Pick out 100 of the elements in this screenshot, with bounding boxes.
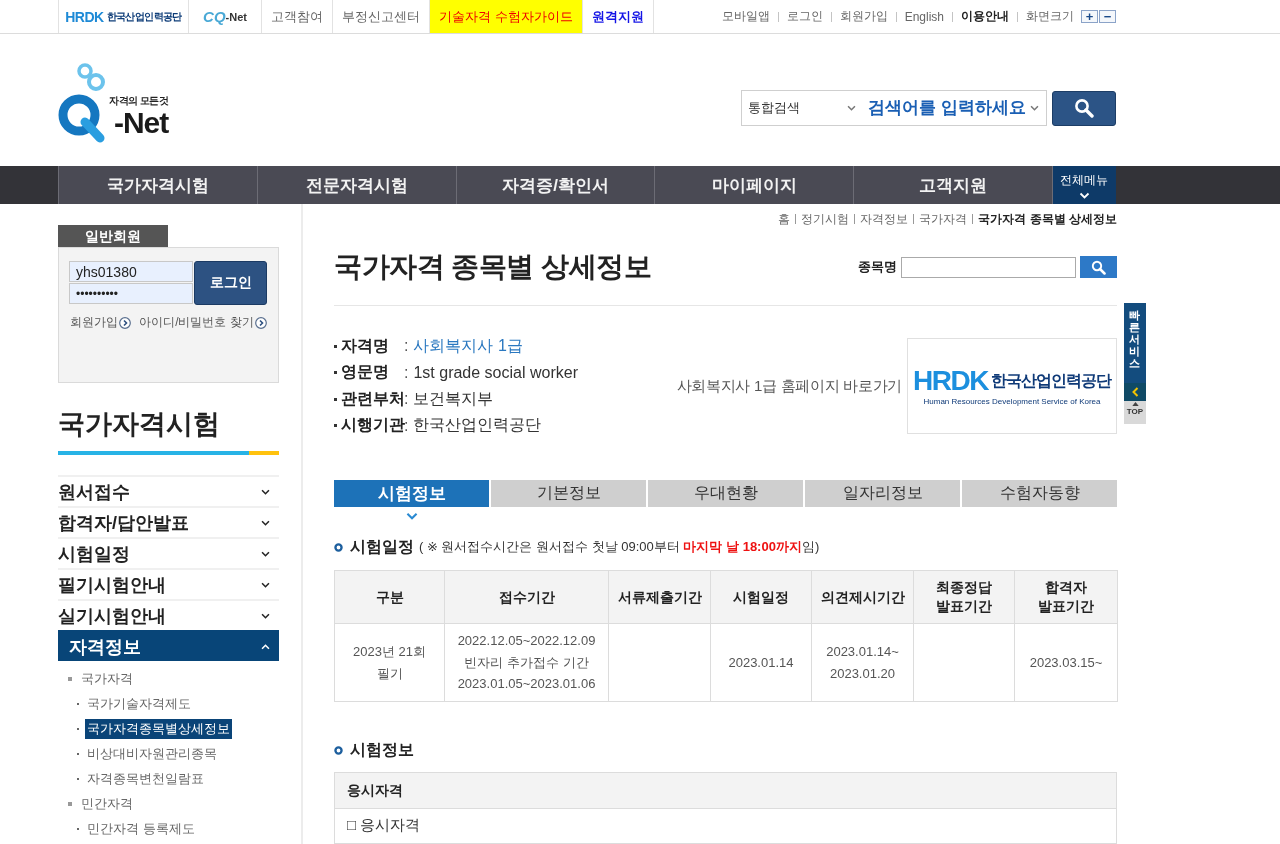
dot-bullet-icon [334, 344, 337, 348]
logo-name: -Net [113, 108, 169, 138]
utility-link[interactable]: 이용안내 [961, 8, 1009, 25]
login-button[interactable]: 로그인 [194, 261, 267, 305]
top-link[interactable]: 원격지원 [582, 0, 654, 33]
sidebar-menu-item[interactable]: 필기시험안내 [58, 568, 279, 599]
search-field[interactable]: 통합검색 검색어를 입력하세요 [741, 90, 1047, 126]
field-label: 영문명 [341, 362, 390, 383]
chevron-up-icon [261, 643, 270, 650]
nav-menu-item[interactable]: 자격증/확인서 [455, 166, 655, 204]
item-name-field[interactable] [901, 256, 1076, 278]
qualification-name-link[interactable]: 사회복지사 1급 [413, 335, 523, 357]
top-link[interactable]: 고객참여 [262, 0, 333, 33]
all-menu-button[interactable]: 전체메뉴 [1052, 166, 1116, 204]
q-ring-logo-icon [58, 60, 106, 144]
section-title: 시험일정 [350, 536, 414, 557]
nav-menu-item[interactable]: 고객지원 [853, 166, 1052, 204]
breadcrumb-link[interactable]: 국가자격 [919, 210, 968, 228]
login-tab[interactable]: 일반회원 [58, 225, 168, 247]
tab[interactable]: 일자리정보 [805, 480, 960, 507]
search-scope-select[interactable]: 통합검색 [748, 99, 800, 117]
chevron-down-icon [847, 105, 856, 111]
dot-bullet-icon [334, 424, 337, 428]
label-colon: : [404, 390, 409, 409]
dot-bullet-icon [334, 371, 337, 375]
square-bullet-icon [68, 801, 72, 806]
utility-link[interactable]: 회원가입 [839, 8, 888, 25]
table-cell: 2023년 21회 필기 [334, 623, 445, 702]
field-label: 관련부처 [341, 388, 404, 409]
user-id-field[interactable]: yhs01380 [69, 261, 193, 282]
column-header: 서류제출기간 [608, 570, 711, 624]
field-value: 1st grade social worker [413, 363, 578, 382]
tab[interactable]: 시험정보 [334, 480, 489, 507]
column-header: 시험일정 [710, 570, 812, 624]
dot-bullet-icon [334, 397, 337, 401]
table-cell: 2022.12.05~2022.12.09 빈자리 추가접수 기간 2023.01.05~2023.01.06 [444, 623, 609, 702]
table-cell: 2023.01.14~ 2023.01.20 [811, 623, 914, 702]
tab[interactable]: 우대현황 [648, 480, 803, 507]
table-cell-text: □ 응시자격 [346, 815, 422, 835]
page-title: 국가자격 종목별 상세정보 [334, 250, 652, 284]
submenu-link[interactable]: 비상대비자원관리종목 [85, 743, 219, 764]
cq-net-logo-link[interactable]: CQ-Net [188, 0, 262, 33]
column-header: 구분 [334, 570, 445, 624]
homepage-link[interactable]: 사회복지사 1급 홈페이지 바로가기 [676, 376, 902, 396]
sidebar-menu-item[interactable]: 시험일정 [58, 537, 279, 568]
chevron-down-icon [405, 512, 418, 520]
font-size-increase-button[interactable]: + [1081, 10, 1098, 23]
up-triangle-icon [1131, 402, 1139, 406]
field-label: 시행기관 [341, 415, 404, 436]
search-icon [1091, 259, 1106, 275]
submenu-link[interactable]: 민간자격 등록제도 [85, 818, 197, 839]
back-to-top-button[interactable]: TOP [1124, 401, 1146, 424]
quick-service-label[interactable]: 빠른서비스 [1124, 303, 1146, 383]
column-header: 접수기간 [444, 570, 609, 624]
login-help-link[interactable]: 아이디/비밀번호 찾기 [139, 314, 267, 331]
column-header: 합격자 발표기간 [1014, 570, 1118, 624]
utility-link[interactable]: 모바일앱 [721, 8, 770, 25]
section-note: ( ※ 원서접수시간은 원서접수 첫날 09:00부터 마지막 날 18:00까지임) [419, 538, 820, 556]
chevron-down-icon [261, 488, 270, 495]
chevron-down-icon [1079, 191, 1090, 199]
breadcrumb-link[interactable]: 홈 [778, 210, 791, 228]
tab[interactable]: 기본정보 [491, 480, 646, 507]
breadcrumb-link[interactable]: 정기시험 [801, 210, 850, 228]
tab[interactable]: 수험자동향 [962, 480, 1117, 507]
logo-tagline: 자격의 모든것 [109, 94, 169, 108]
ring-bullet-icon [334, 542, 343, 552]
submenu-link[interactable]: 국가자격종목별상세정보 [85, 718, 232, 739]
field-value: 한국산업인력공단 [413, 415, 542, 436]
table-header: 응시자격 [335, 773, 1116, 809]
sidebar-menu-item[interactable]: 합격자/답안발표 [58, 506, 279, 537]
font-size-label: 화면크기 [1026, 8, 1074, 25]
breadcrumb-link[interactable]: 국가자격 종목별 상세정보 [978, 210, 1117, 228]
nav-menu-item[interactable]: 국가자격시험 [58, 166, 257, 204]
nav-menu-item[interactable]: 마이페이지 [654, 166, 854, 204]
login-help-link[interactable]: 회원가입 [70, 314, 132, 331]
label-colon: : [404, 337, 409, 356]
submenu-link[interactable]: 국가기술자격제도 [85, 693, 193, 714]
chevron-down-icon [1030, 105, 1039, 111]
font-size-decrease-button[interactable]: − [1099, 10, 1116, 23]
submenu-link[interactable]: 자격종목변천일람표 [85, 768, 206, 789]
nav-menu-item[interactable]: 전문자격시험 [256, 166, 456, 204]
search-label: 종목명 [858, 258, 897, 276]
top-link[interactable]: 기술자격 수험자가이드 [430, 0, 583, 33]
utility-link[interactable]: English [904, 9, 944, 24]
utility-link[interactable]: 로그인 [786, 8, 823, 25]
hrdk-logo-link[interactable]: HRDK 한국산업인력공단 [58, 0, 188, 33]
sidebar-menu-item[interactable]: 원서접수 [58, 475, 279, 506]
chevron-down-icon [261, 581, 270, 588]
column-header: 의견제시기간 [811, 570, 914, 624]
table-cell: 2023.03.15~ [1014, 623, 1118, 702]
sidebar-menu-item[interactable]: 자격정보 [58, 630, 279, 661]
submenu-link[interactable]: 국가자격 [79, 668, 135, 689]
submenu-link[interactable]: 민간자격 [79, 793, 135, 814]
chevron-down-icon [261, 550, 270, 557]
section-title: 시험정보 [350, 739, 414, 760]
column-header: 최종정답 발표기간 [913, 570, 1015, 624]
breadcrumb-link[interactable]: 자격정보 [860, 210, 909, 228]
password-field[interactable]: •••••••••• [69, 283, 193, 304]
search-button[interactable] [1052, 90, 1116, 126]
collapse-button[interactable] [1124, 383, 1146, 401]
